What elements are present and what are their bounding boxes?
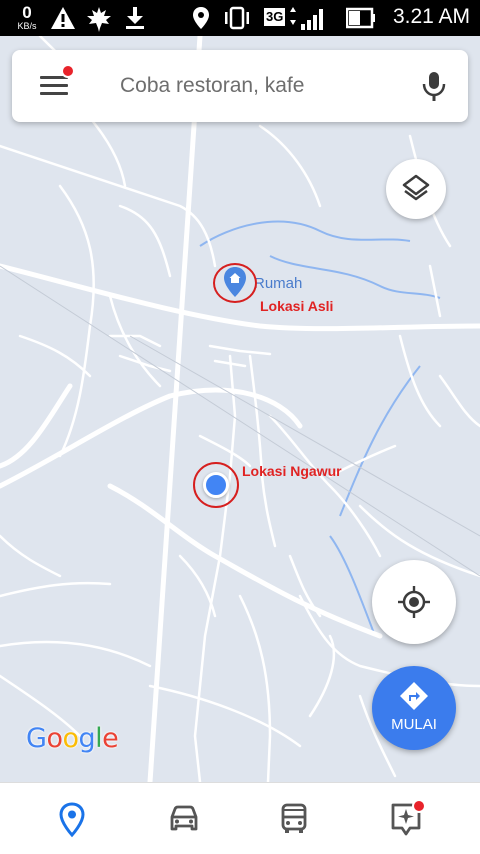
- start-navigation-button[interactable]: MULAI: [372, 666, 456, 750]
- mic-icon[interactable]: [416, 68, 452, 104]
- status-bar: 0 KB/s 3G 3.21 AM: [0, 0, 480, 36]
- download-icon: [126, 7, 144, 29]
- transit-icon[interactable]: [274, 799, 314, 839]
- location-icon: [193, 7, 209, 29]
- signal-icon: [290, 7, 323, 30]
- leaf-icon: [87, 7, 111, 32]
- annotation-original-location: Lokasi Asli: [260, 298, 334, 314]
- annotation-circle-original: [213, 263, 257, 303]
- search-bar[interactable]: [12, 50, 468, 122]
- warning-icon: [51, 7, 75, 29]
- battery-icon: [346, 7, 375, 29]
- explore-icon[interactable]: [52, 799, 92, 839]
- admin-lines: [0, 265, 480, 577]
- directions-icon: [400, 682, 428, 710]
- menu-notification-dot: [61, 64, 75, 78]
- network-speed-unit: KB/s: [17, 21, 37, 31]
- crosshair-icon: [398, 586, 430, 618]
- vibrate-icon: [225, 6, 249, 30]
- layers-icon: [402, 174, 430, 201]
- annotation-circle-fake: [193, 462, 239, 508]
- my-location-button[interactable]: [372, 560, 456, 644]
- clock: 3.21 AM: [392, 5, 470, 28]
- updates-notification-dot: [412, 799, 426, 813]
- annotation-fake-location: Lokasi Ngawur: [242, 463, 342, 479]
- layers-button[interactable]: [386, 159, 446, 219]
- network-speed-value: 0: [22, 3, 32, 22]
- network-type-badge: 3G: [264, 8, 286, 26]
- start-button-label: MULAI: [391, 716, 437, 733]
- google-logo: Google: [26, 723, 119, 754]
- bottom-navigation: [0, 782, 480, 854]
- search-input[interactable]: [120, 68, 400, 104]
- network-speed: 0 KB/s: [12, 4, 42, 31]
- driving-icon[interactable]: [164, 799, 204, 839]
- home-place-label[interactable]: Rumah: [254, 275, 302, 292]
